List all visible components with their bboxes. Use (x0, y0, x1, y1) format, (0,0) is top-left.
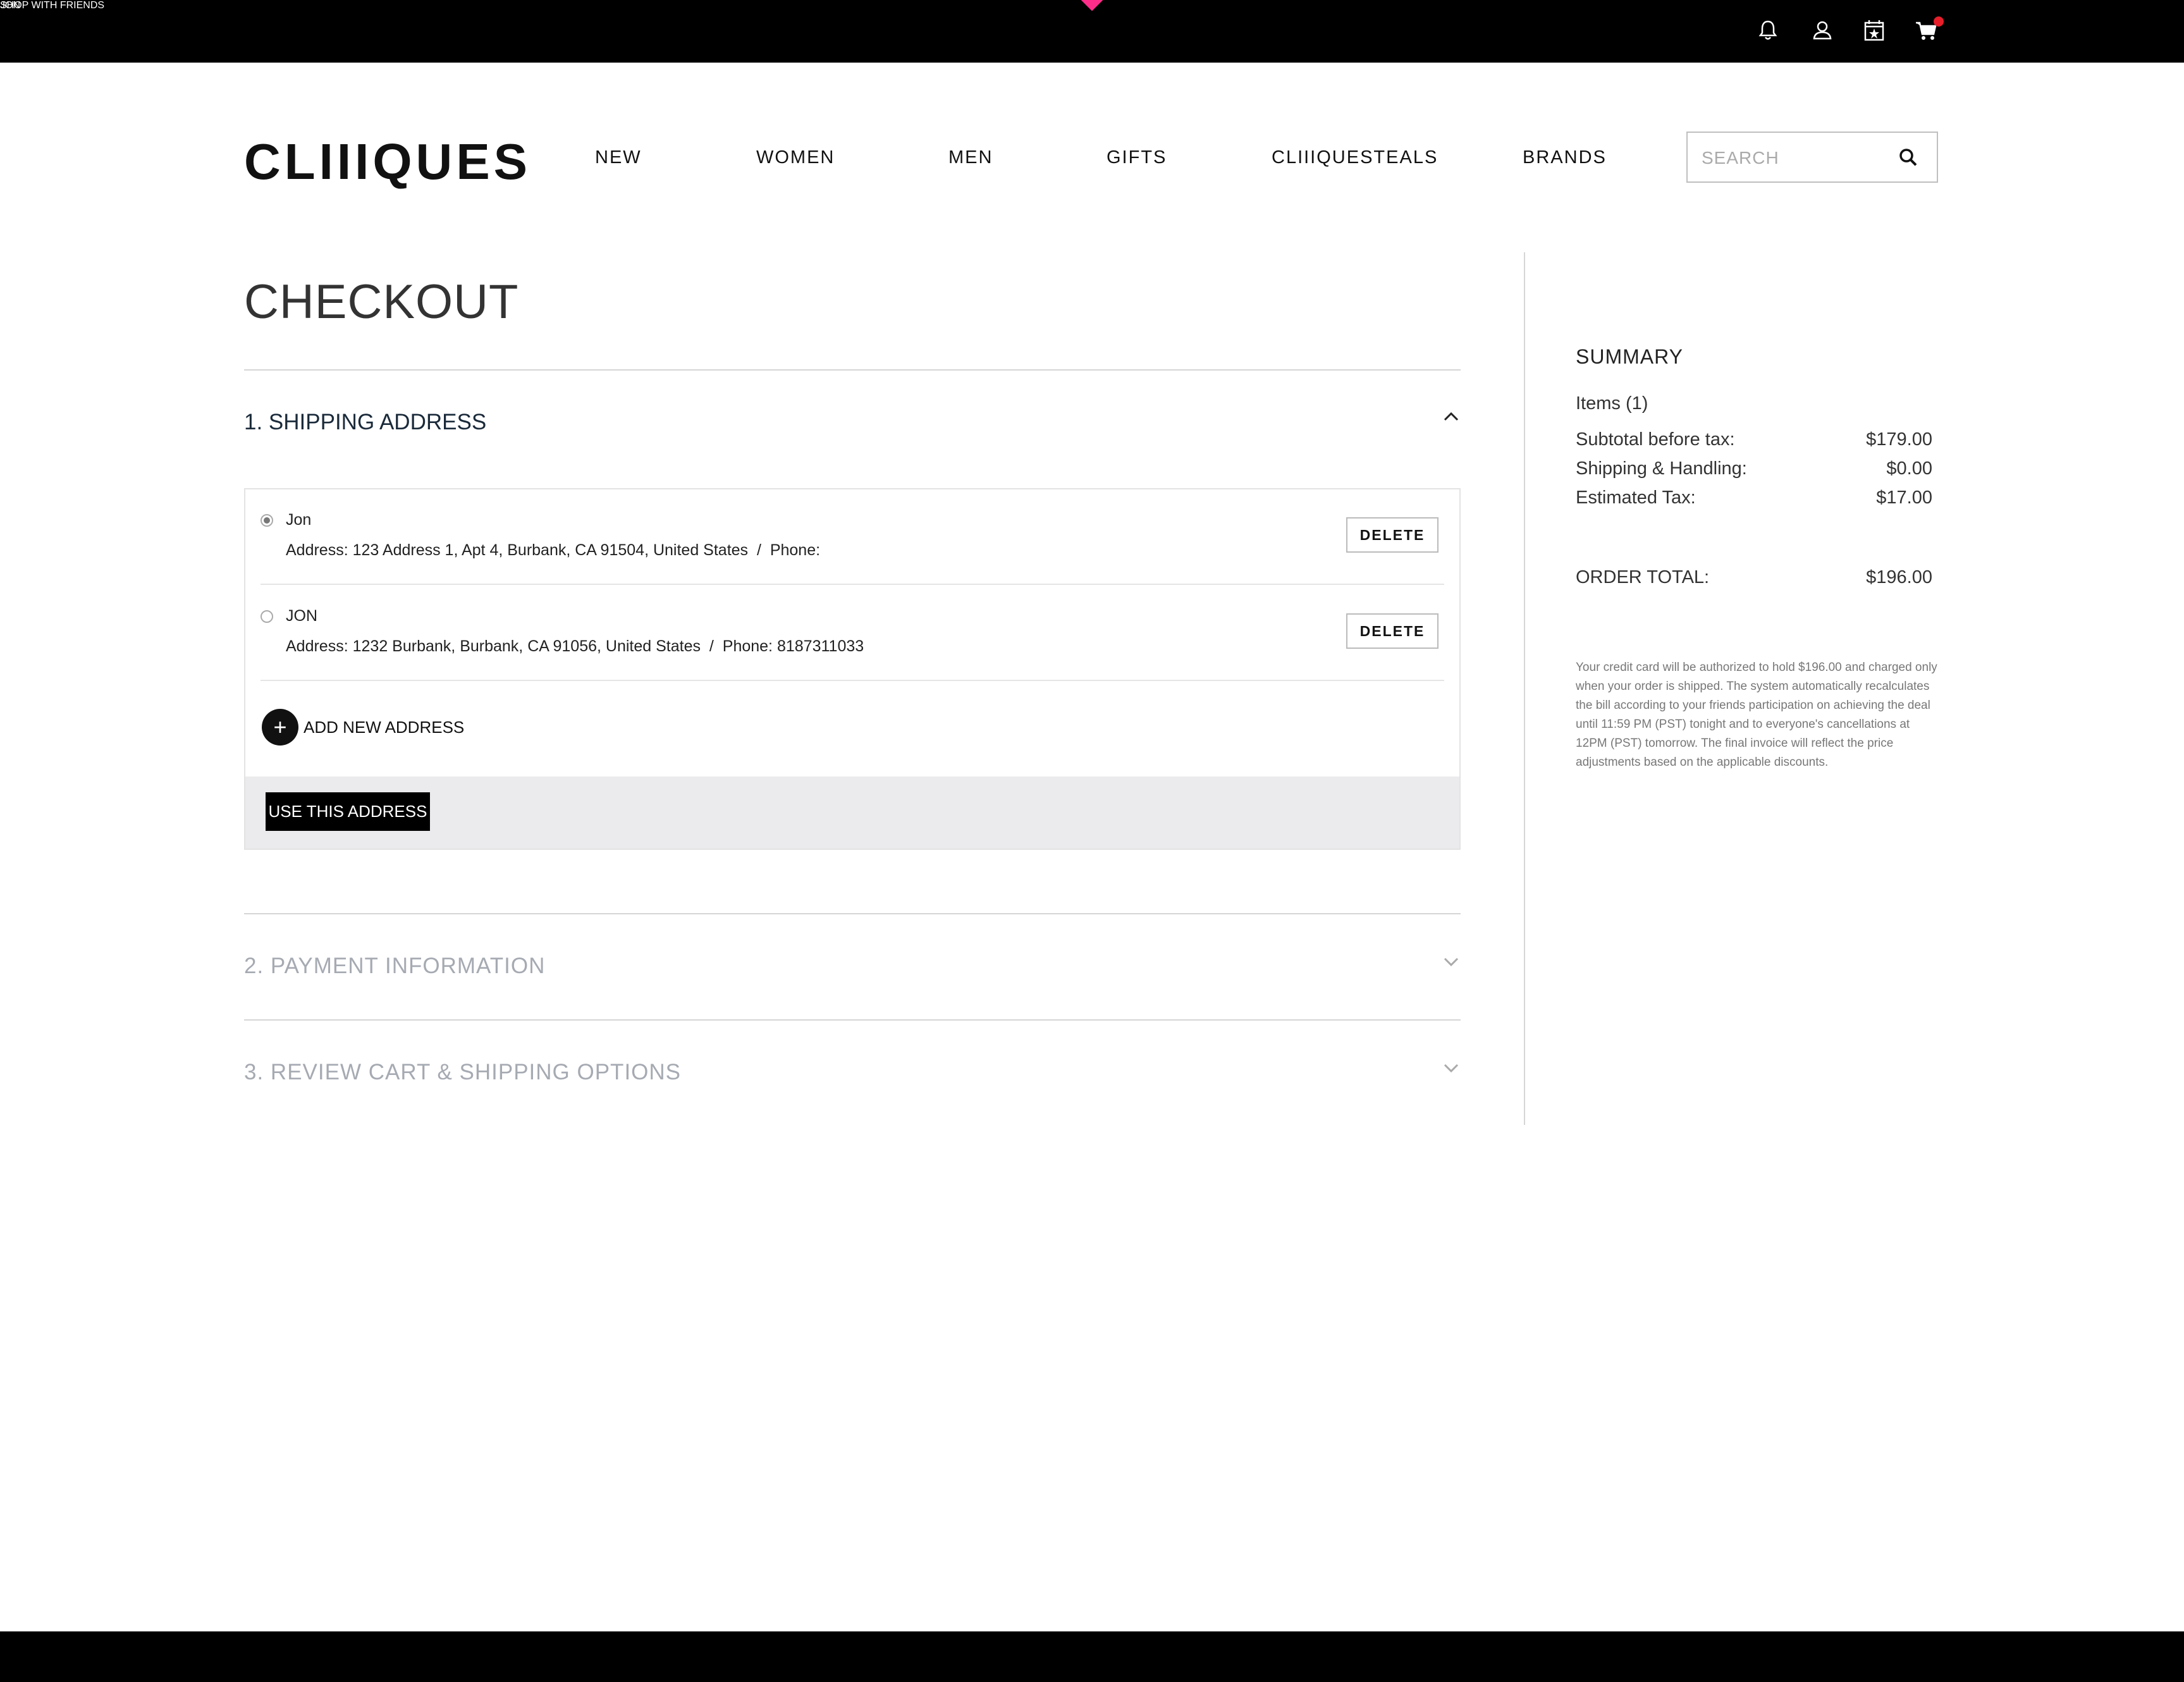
summary-tax-row: Estimated Tax: $17.00 (1576, 488, 1932, 508)
section-review-cart-title[interactable]: 3. REVIEW CART & SHIPPING OPTIONS (244, 1060, 681, 1085)
separator: / (709, 637, 714, 655)
subtotal-label: Subtotal before tax: (1576, 429, 1735, 450)
nav-new[interactable]: NEW (595, 147, 642, 168)
site-logo[interactable]: CLIIIQUES (244, 133, 531, 191)
address-name-2: JON (286, 607, 317, 625)
add-address-plus-icon[interactable]: + (262, 709, 298, 746)
nav-brands[interactable]: BRANDS (1523, 147, 1607, 168)
chevron-down-icon[interactable] (1440, 1057, 1462, 1079)
chevron-up-icon[interactable] (1440, 406, 1462, 427)
summary-items: Items (1) (1576, 393, 1932, 414)
phone-label: Phone: (770, 541, 821, 559)
delete-address-button-2[interactable]: DELETE (1346, 613, 1439, 649)
summary-shipping-row: Shipping & Handling: $0.00 (1576, 458, 1932, 479)
user-icon[interactable] (1810, 18, 1835, 43)
row-divider (261, 584, 1444, 585)
section-payment-information-title[interactable]: 2. PAYMENT INFORMATION (244, 954, 545, 979)
footer-bar (0, 1631, 2184, 1682)
nav-gifts[interactable]: GIFTS (1107, 147, 1167, 168)
section-shipping-address-title[interactable]: 1. SHIPPING ADDRESS (244, 410, 486, 435)
subtotal-value: $179.00 (1866, 429, 1932, 450)
address-text: 1232 Burbank, Burbank, CA 91056, United … (352, 637, 701, 655)
address-detail-1: Address: 123 Address 1, Apt 4, Burbank, … (286, 541, 820, 560)
address-label: Address: (286, 637, 348, 655)
separator: / (756, 541, 761, 559)
bell-icon[interactable] (1755, 18, 1781, 43)
search-input[interactable] (1700, 133, 1893, 183)
cart-badge (1934, 16, 1944, 27)
divider (244, 1019, 1461, 1021)
page-title: CHECKOUT (244, 275, 519, 329)
summary-total-row: ORDER TOTAL: $196.00 (1576, 567, 1932, 588)
nav-women[interactable]: WOMEN (756, 147, 835, 168)
address-detail-2: Address: 1232 Burbank, Burbank, CA 91056… (286, 637, 864, 656)
nav-cliiiquesteals[interactable]: CLIIIQUESTEALS (1272, 147, 1438, 168)
tax-label: Estimated Tax: (1576, 488, 1696, 508)
row-divider (261, 680, 1444, 681)
chevron-down-icon[interactable] (1440, 951, 1462, 973)
shipping-label: Shipping & Handling: (1576, 458, 1747, 479)
total-label: ORDER TOTAL: (1576, 567, 1710, 587)
shop-with-friends-link[interactable]: SHOP WITH FRIENDS (0, 0, 104, 11)
delete-address-button-1[interactable]: DELETE (1346, 517, 1439, 553)
address-text: 123 Address 1, Apt 4, Burbank, CA 91504,… (352, 541, 749, 559)
address-label: Address: (286, 541, 348, 559)
phone-label: Phone: (722, 637, 773, 655)
phone-text: 8187311033 (776, 637, 864, 655)
divider (244, 369, 1461, 371)
summary-subtotal-row: Subtotal before tax: $179.00 (1576, 429, 1932, 450)
shipping-value: $0.00 (1886, 458, 1932, 479)
nav-men[interactable]: MEN (948, 147, 993, 168)
address-name-1: Jon (286, 511, 312, 529)
address-radio-2[interactable] (261, 610, 273, 623)
summary-divider (1524, 252, 1525, 1125)
calendar-star-icon[interactable] (1862, 18, 1887, 43)
search-box (1686, 132, 1938, 183)
search-icon[interactable] (1898, 147, 1919, 168)
tax-value: $17.00 (1876, 488, 1932, 508)
address-radio-1[interactable] (261, 514, 273, 527)
summary-title: SUMMARY (1576, 345, 1683, 368)
items-count: Items (1) (1576, 393, 1648, 414)
total-value: $196.00 (1866, 567, 1932, 587)
use-this-address-button[interactable]: USE THIS ADDRESS (266, 792, 430, 831)
divider (244, 913, 1461, 914)
authorization-note: Your credit card will be authorized to h… (1576, 661, 1937, 769)
add-new-address-link[interactable]: ADD NEW ADDRESS (304, 718, 464, 737)
